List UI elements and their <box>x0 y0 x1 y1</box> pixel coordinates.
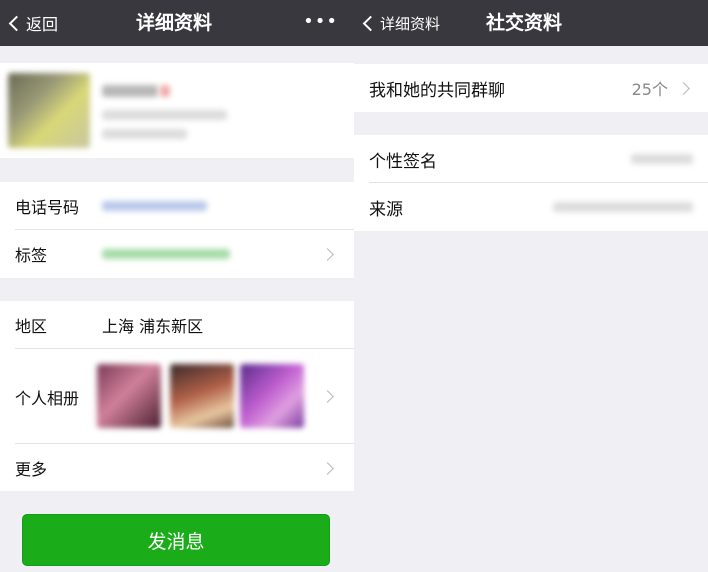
region-label: 地区 <box>15 317 48 336</box>
social-screen: 详细资料 社交资料 我和她的共同群聊 25个 个性签名 来源 <box>354 0 708 572</box>
common-groups-count: 25个 <box>631 80 668 99</box>
phone-value-redacted[interactable] <box>102 201 207 211</box>
signature-value-redacted <box>631 154 693 164</box>
chevron-left-icon <box>362 15 379 31</box>
phone-row[interactable]: 电话号码 <box>0 182 354 230</box>
back-button[interactable]: 返回 <box>8 0 58 46</box>
chevron-right-icon <box>677 81 690 95</box>
more-row[interactable]: 更多 <box>0 444 354 492</box>
social-info-section: 个性签名 来源 <box>354 135 708 231</box>
source-label: 来源 <box>369 199 403 220</box>
profile-region-redacted <box>102 129 187 139</box>
send-message-button[interactable]: 发消息 <box>22 514 330 566</box>
avatar[interactable] <box>8 73 90 148</box>
album-row[interactable]: 个人相册 <box>0 349 354 444</box>
tag-row[interactable]: 标签 <box>0 230 354 278</box>
album-photo <box>170 364 234 428</box>
back-label: 返回 <box>26 15 59 34</box>
phone-label: 电话号码 <box>15 198 80 217</box>
tag-value-redacted <box>102 249 230 259</box>
gender-icon <box>160 85 170 97</box>
album-photo <box>240 364 304 428</box>
page-title: 社交资料 <box>486 12 563 34</box>
chevron-right-icon <box>321 390 334 403</box>
tag-label: 标签 <box>15 246 48 265</box>
back-button[interactable]: 详细资料 <box>362 0 440 46</box>
chevron-right-icon <box>321 247 334 261</box>
detail-screen: 返回 详细资料 ••• 电话号码 标签 地区 上海 浦东新区 个人相册 更多 发… <box>0 0 354 572</box>
common-groups-label: 我和她的共同群聊 <box>369 80 505 101</box>
profile-card[interactable] <box>0 63 354 158</box>
chevron-left-icon <box>8 15 25 31</box>
profile-name-redacted <box>102 85 158 97</box>
region-row: 地区 上海 浦东新区 <box>0 301 354 349</box>
signature-row: 个性签名 <box>354 135 708 183</box>
album-label: 个人相册 <box>15 388 80 408</box>
common-groups-section: 我和她的共同群聊 25个 <box>354 64 708 112</box>
region-value: 上海 浦东新区 <box>102 317 204 336</box>
info-section: 地区 上海 浦东新区 个人相册 更多 <box>0 301 354 491</box>
social-nav-bar: 详细资料 社交资料 <box>354 0 708 46</box>
profile-id-redacted <box>102 110 227 120</box>
contact-section: 电话号码 标签 <box>0 182 354 278</box>
back-label: 详细资料 <box>380 14 441 33</box>
album-photo <box>97 364 161 428</box>
common-groups-row[interactable]: 我和她的共同群聊 25个 <box>354 64 708 112</box>
page-title: 详细资料 <box>136 12 213 34</box>
more-options-icon[interactable]: ••• <box>303 0 338 46</box>
source-row: 来源 <box>354 183 708 231</box>
source-value-redacted <box>553 202 693 212</box>
chevron-right-icon <box>321 461 334 475</box>
more-label: 更多 <box>15 460 48 479</box>
detail-nav-bar: 返回 详细资料 ••• <box>0 0 354 46</box>
signature-label: 个性签名 <box>369 151 437 172</box>
